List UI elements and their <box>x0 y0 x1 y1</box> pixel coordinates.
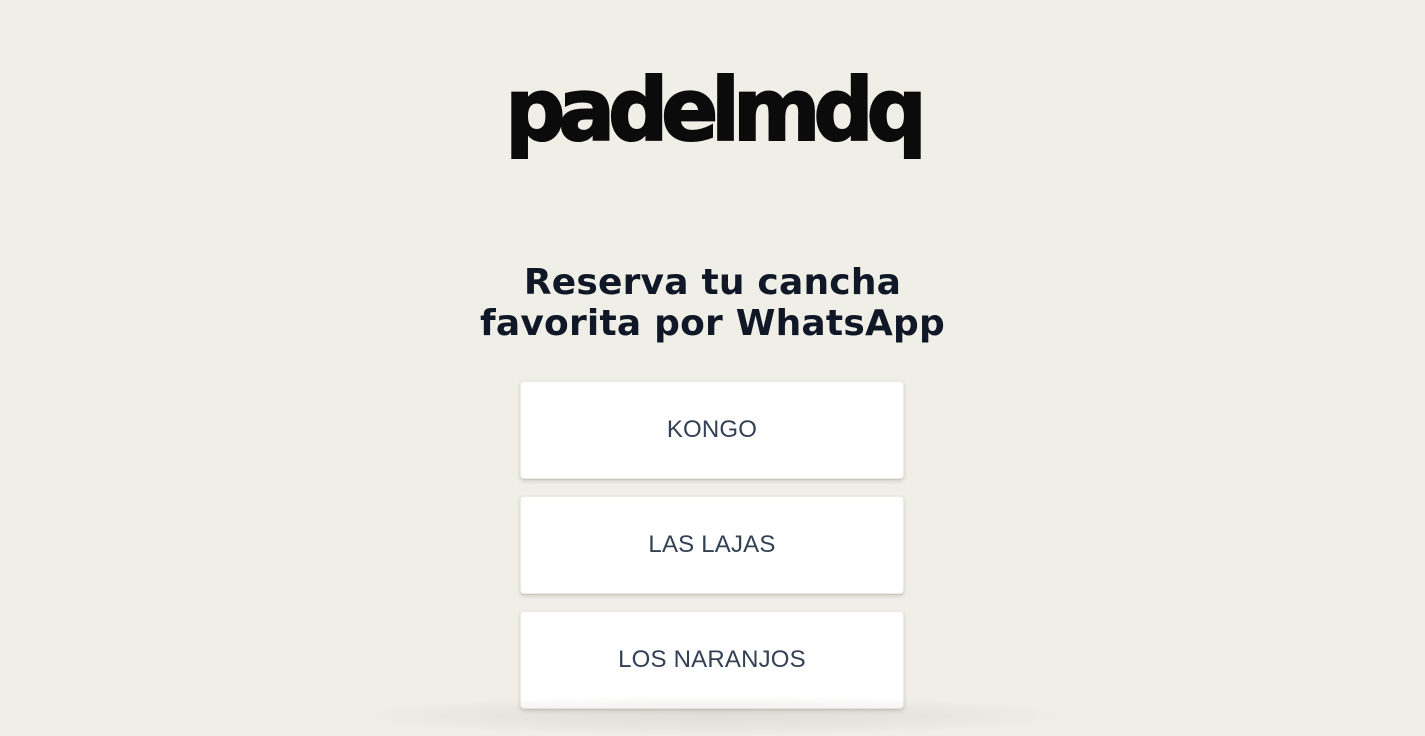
club-item: KONGO <box>520 381 904 479</box>
page-title: Reserva tu cancha favorita por WhatsApp <box>0 262 1425 344</box>
club-item: LAS LAJAS <box>520 496 904 594</box>
club-button-los-naranjos[interactable]: LOS NARANJOS <box>520 611 904 709</box>
club-item: LOS NARANJOS <box>520 611 904 709</box>
logo-area: padelmdq <box>0 59 1425 161</box>
page-title-line-1: Reserva tu cancha <box>523 262 902 303</box>
club-list: KONGO LAS LAJAS LOS NARANJOS <box>520 381 904 726</box>
padelmdq-logo: padelmdq <box>504 59 927 161</box>
page: padelmdq Reserva tu cancha favorita por … <box>0 0 1425 736</box>
club-button-las-lajas[interactable]: LAS LAJAS <box>520 496 904 594</box>
page-title-line-2: favorita por WhatsApp <box>480 303 945 344</box>
club-button-kongo[interactable]: KONGO <box>520 381 904 479</box>
